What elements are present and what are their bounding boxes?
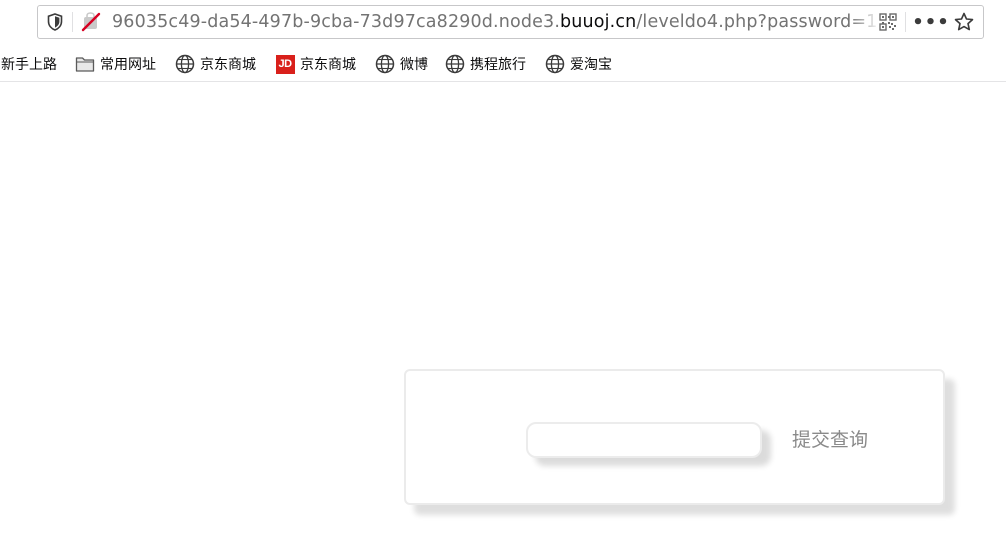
folder-icon bbox=[75, 54, 95, 74]
bookmark-label: 京东商城 bbox=[300, 57, 356, 73]
globe-icon bbox=[175, 54, 195, 74]
globe-icon bbox=[445, 54, 465, 74]
bookmark-label: 携程旅行 bbox=[470, 57, 526, 73]
bookmark-item[interactable]: JD 京东商城 bbox=[275, 46, 356, 82]
bookmark-item[interactable]: 携程旅行 bbox=[445, 46, 526, 82]
url-prefix: 96035c49-da54-497b-9cba-73d97ca8290d.nod… bbox=[112, 12, 561, 32]
bookmark-label: 爱淘宝 bbox=[570, 57, 612, 73]
query-input[interactable] bbox=[526, 422, 762, 458]
bookmark-item[interactable]: 微博 bbox=[375, 46, 428, 82]
bookmark-item[interactable]: 京东商城 bbox=[175, 46, 256, 82]
bookmark-folder[interactable]: 常用网址 bbox=[75, 46, 156, 82]
bookmark-item[interactable]: 爱淘宝 bbox=[545, 46, 612, 82]
tracking-blocked-icon[interactable] bbox=[80, 6, 102, 38]
url-host: buuoj.cn bbox=[560, 12, 637, 32]
more-icon[interactable]: ••• bbox=[912, 6, 949, 38]
globe-icon bbox=[545, 54, 565, 74]
bookmark-item[interactable]: 新手上路 bbox=[1, 46, 57, 82]
star-icon[interactable] bbox=[951, 6, 977, 38]
url-text[interactable]: 96035c49-da54-497b-9cba-73d97ca8290d.nod… bbox=[112, 6, 876, 38]
bookmark-label: 新手上路 bbox=[1, 57, 57, 73]
bookmarks-toolbar: 新手上路 常用网址 京东商城 JD 京东商城 微博 携程旅行 爱淘宝 bbox=[0, 46, 1006, 82]
address-bar[interactable]: 96035c49-da54-497b-9cba-73d97ca8290d.nod… bbox=[37, 5, 984, 39]
divider bbox=[72, 12, 73, 32]
submit-query-button[interactable]: 提交查询 bbox=[786, 424, 874, 456]
jd-logo-icon: JD bbox=[275, 54, 295, 74]
divider bbox=[905, 12, 906, 32]
qr-code-icon[interactable] bbox=[877, 6, 899, 38]
bookmark-label: 常用网址 bbox=[100, 57, 156, 73]
bookmark-label: 京东商城 bbox=[200, 57, 256, 73]
globe-icon bbox=[375, 54, 395, 74]
url-fade bbox=[850, 8, 880, 36]
url-path: /leveldo4.php?password=1'+or+1 bbox=[636, 12, 876, 32]
jd-logo-text: JD bbox=[275, 54, 295, 74]
query-form-card: 提交查询 bbox=[404, 369, 945, 505]
bookmark-label: 微博 bbox=[400, 57, 428, 73]
shield-icon[interactable] bbox=[44, 6, 66, 38]
